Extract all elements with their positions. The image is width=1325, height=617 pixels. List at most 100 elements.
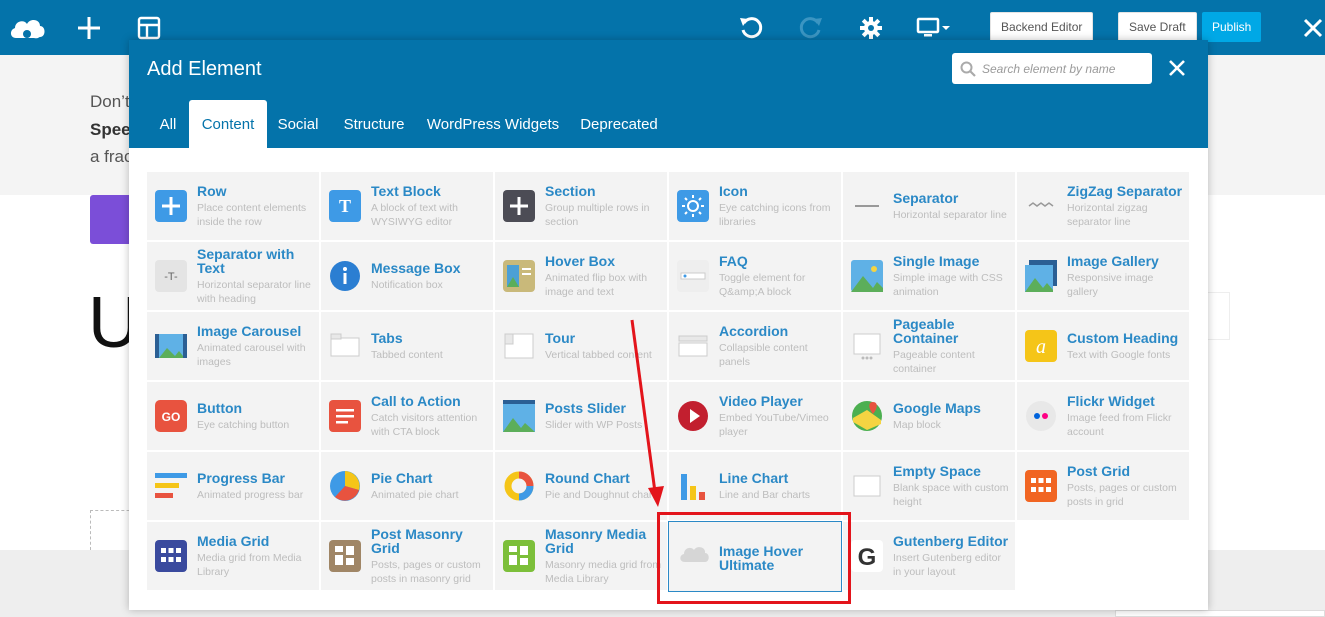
tab-content[interactable]: Content: [189, 100, 267, 148]
element-name: Icon: [719, 182, 748, 199]
element-description: Group multiple rows in section: [545, 201, 650, 228]
element-message-box[interactable]: Message Box Notification box: [321, 242, 493, 310]
save-draft-button[interactable]: Save Draft: [1118, 12, 1197, 42]
element-name: Progress Bar: [197, 469, 285, 486]
element-round-chart[interactable]: Round Chart Pie and Doughnut charts: [495, 452, 667, 520]
element-separator[interactable]: Separator Horizontal separator line: [843, 172, 1015, 240]
tab-structure[interactable]: Structure: [335, 100, 413, 148]
element-text: Tour Vertical tabbed content: [545, 312, 663, 380]
tab-all[interactable]: All: [149, 100, 187, 148]
info-circle-icon: [329, 260, 361, 292]
modal-header: Add Element All Content Social Structure…: [129, 40, 1208, 148]
page-footer-box: [1115, 610, 1325, 617]
search-icon: [960, 61, 976, 77]
tab-wordpress-widgets[interactable]: WordPress Widgets: [425, 100, 561, 148]
element-name: Empty Space: [893, 462, 981, 479]
element-description: Vertical tabbed content: [545, 348, 652, 361]
element-text: Post Masonry Grid Posts, pages or custom …: [371, 522, 489, 590]
element-icon[interactable]: Icon Eye catching icons from libraries: [669, 172, 841, 240]
element-name: Pie Chart: [371, 469, 433, 486]
element-faq[interactable]: FAQ Toggle element for Q&amp;A block: [669, 242, 841, 310]
element-text: ZigZag Separator Horizontal zigzag separa…: [1067, 172, 1185, 240]
element-section[interactable]: Section Group multiple rows in section: [495, 172, 667, 240]
element-description: Map block: [893, 418, 941, 431]
element-google-maps[interactable]: Google Maps Map block: [843, 382, 1015, 450]
cloud-logo-icon[interactable]: [6, 0, 48, 55]
post-grid-icon: [1025, 470, 1057, 502]
element-name: Tour: [545, 329, 576, 346]
close-editor-icon[interactable]: [1298, 0, 1325, 55]
element-call-to-action[interactable]: Call to Action Catch visitors attention w…: [321, 382, 493, 450]
element-progress-bar[interactable]: Progress Bar Animated progress bar: [147, 452, 319, 520]
element-description: Insert Gutenberg editor in your layout: [893, 551, 1001, 578]
element-name: Image Gallery: [1067, 252, 1159, 269]
tab-deprecated[interactable]: Deprecated: [577, 100, 661, 148]
element-description: Tabbed content: [371, 348, 443, 361]
element-gutenberg-editor[interactable]: G Gutenberg Editor Insert Gutenberg editor…: [843, 522, 1015, 590]
element-row[interactable]: Row Place content elements inside the row: [147, 172, 319, 240]
element-text: FAQ Toggle element for Q&amp;A block: [719, 242, 837, 310]
close-icon[interactable]: [1167, 58, 1187, 78]
tab-social[interactable]: Social: [271, 100, 325, 148]
element-accordion[interactable]: Accordion Collapsible content panels: [669, 312, 841, 380]
element-description: Horizontal zigzag separator line: [1067, 201, 1148, 228]
element-flickr-widget[interactable]: Flickr Widget Image feed from Flickr acco…: [1017, 382, 1189, 450]
publish-button[interactable]: Publish: [1202, 12, 1262, 42]
element-search[interactable]: [952, 53, 1152, 84]
element-description: Media grid from Media Library: [197, 551, 302, 578]
backend-editor-button[interactable]: Backend Editor: [990, 12, 1094, 42]
tabs-icon: [329, 330, 361, 362]
add-element-icon[interactable]: [72, 0, 106, 55]
cta-icon: [329, 400, 361, 432]
element-post-masonry-grid[interactable]: Post Masonry Grid Posts, pages or custom …: [321, 522, 493, 590]
element-description: Animated flip box with image and text: [545, 271, 648, 298]
element-pageable-container[interactable]: Pageable Container Pageable content conta…: [843, 312, 1015, 380]
element-text: Single Image Simple image with CSS animat…: [893, 242, 1011, 310]
element-image-carousel[interactable]: Image Carousel Animated carousel with ima…: [147, 312, 319, 380]
element-tabs[interactable]: Tabs Tabbed content: [321, 312, 493, 380]
masonry-media-icon: [503, 540, 535, 572]
element-text: Separator with Text Horizontal separator …: [197, 242, 315, 310]
progress-icon: [155, 470, 187, 502]
element-description: Embed YouTube/Vimeo player: [719, 411, 829, 438]
element-separator-with-text[interactable]: -T- Separator with Text Horizontal separat…: [147, 242, 319, 310]
element-zigzag-separator[interactable]: ZigZag Separator Horizontal zigzag separa…: [1017, 172, 1189, 240]
element-description: Notification box: [371, 278, 443, 291]
element-description: A block of text with WYSIWYG editor: [371, 201, 458, 228]
element-hover-box[interactable]: Hover Box Animated flip box with image an…: [495, 242, 667, 310]
element-text: Flickr Widget Image feed from Flickr acco…: [1067, 382, 1185, 450]
search-input[interactable]: [982, 61, 1142, 76]
element-text: Image Carousel Animated carousel with ima…: [197, 312, 315, 380]
element-name: Separator with Text: [197, 245, 295, 276]
element-post-grid[interactable]: Post Grid Posts, pages or custom posts in…: [1017, 452, 1189, 520]
element-text-block[interactable]: T Text Block A block of text with WYSIWYG …: [321, 172, 493, 240]
element-line-chart[interactable]: Line Chart Line and Bar charts: [669, 452, 841, 520]
element-media-grid[interactable]: Media Grid Media grid from Media Library: [147, 522, 319, 590]
element-text: Google Maps Map block: [893, 382, 1011, 450]
element-name: Line Chart: [719, 469, 789, 486]
pie-icon: [329, 470, 361, 502]
element-text: Masonry Media Grid Masonry media grid fro…: [545, 522, 663, 590]
element-description: Image feed from Flickr account: [1067, 411, 1172, 438]
element-single-image[interactable]: Single Image Simple image with CSS animat…: [843, 242, 1015, 310]
element-name: Video Player: [719, 392, 803, 409]
element-image-gallery[interactable]: Image Gallery Responsive image gallery: [1017, 242, 1189, 310]
element-text: Tabs Tabbed content: [371, 312, 489, 380]
element-tour[interactable]: Tour Vertical tabbed content: [495, 312, 667, 380]
element-description: Collapsible content panels: [719, 341, 808, 368]
element-text: Row Place content elements inside the row: [197, 172, 315, 240]
element-custom-heading[interactable]: a Custom Heading Text with Google fonts: [1017, 312, 1189, 380]
element-name: Tabs: [371, 329, 403, 346]
element-button[interactable]: GO Button Eye catching button: [147, 382, 319, 450]
page-text-line-1: Don’t: [90, 92, 130, 111]
element-empty-space[interactable]: Empty Space Blank space with custom heigh…: [843, 452, 1015, 520]
element-name: Pageable Container: [893, 315, 959, 346]
play-icon: [677, 400, 709, 432]
pageable-icon: [851, 330, 883, 362]
element-pie-chart[interactable]: Pie Chart Animated pie chart: [321, 452, 493, 520]
element-masonry-media-grid[interactable]: Masonry Media Grid Masonry media grid fro…: [495, 522, 667, 590]
element-posts-slider[interactable]: Posts Slider Slider with WP Posts: [495, 382, 667, 450]
element-text: Gutenberg Editor Insert Gutenberg editor …: [893, 522, 1011, 590]
element-name: Custom Heading: [1067, 329, 1179, 346]
element-video-player[interactable]: Video Player Embed YouTube/Vimeo player: [669, 382, 841, 450]
